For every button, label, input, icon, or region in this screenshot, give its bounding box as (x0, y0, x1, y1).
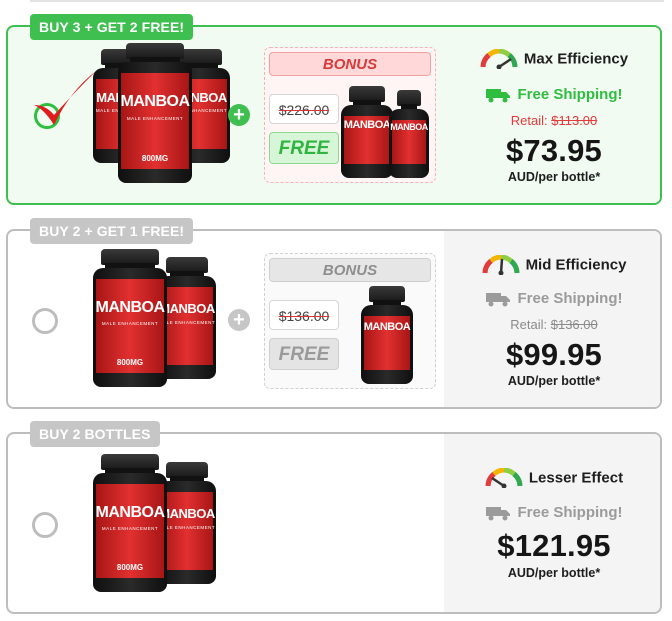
product-bottle: MANBOA MALE ENHANCEMENT 800MG (93, 454, 167, 592)
shipping-row: Free Shipping! (448, 504, 660, 521)
per-bottle-label: AUD/per bottle* (507, 566, 601, 580)
shipping-text: Free Shipping! (517, 86, 623, 103)
offer-buy3-get2[interactable]: BUY 3 + GET 2 FREE! MANBOAMALE ENHANCEME… (6, 14, 662, 205)
bonus-box: BONUS $136.00 FREE MANBOA (264, 253, 436, 389)
bonus-free-label: FREE (269, 132, 339, 164)
offer-radio[interactable] (32, 512, 58, 538)
offer-buy2[interactable]: BUY 2 BOTTLES MANBOA MALE ENHANCEMENT MAN… (6, 421, 662, 614)
shipping-row: Free Shipping! (448, 290, 660, 307)
shipping-text: Free Shipping! (517, 290, 623, 307)
efficiency-title: Max Efficiency (523, 50, 629, 68)
retail-row: Retail: $136.00 (510, 317, 598, 332)
efficiency-row: Max Efficiency (448, 48, 660, 70)
offer-radio[interactable] (32, 308, 58, 334)
efficiency-row: Mid Efficiency (448, 254, 660, 276)
offer-buy2-get1[interactable]: BUY 2 + GET 1 FREE! MANBOA MALE ENHANCEME… (6, 218, 662, 409)
retail-price: $113.00 (551, 113, 598, 128)
bonus-bottle: MANBOA (361, 286, 413, 384)
per-bottle-label: AUD/per bottle* (507, 170, 601, 184)
truck-icon (485, 89, 510, 103)
efficiency-title: Lesser Effect (528, 469, 624, 487)
check-mark-icon (34, 71, 96, 125)
product-bottle: MANBOA MALE ENHANCEMENT 800MG (93, 249, 167, 387)
retail-row: Retail: $113.00 (510, 113, 598, 128)
bonus-old-price: $226.00 (269, 94, 339, 124)
bonus-box: BONUS $226.00 FREE MANBOA MANBOA (264, 47, 436, 183)
gauge-icon (482, 254, 520, 276)
bonus-free-label: FREE (269, 338, 339, 370)
bonus-label: BONUS (269, 52, 431, 76)
shipping-row: Free Shipping! (448, 86, 660, 103)
plus-icon: + (228, 104, 250, 126)
offer-price: $99.95 (505, 337, 603, 372)
product-bottle: MANBOA MALE ENHANCEMENT 800MG (118, 43, 192, 183)
bonus-label: BONUS (269, 258, 431, 282)
offer-badge: BUY 2 + GET 1 FREE! (30, 218, 194, 244)
plus-icon: + (228, 309, 250, 331)
efficiency-row: Lesser Effect (448, 467, 660, 489)
top-divider (30, 0, 664, 2)
offer-price: $73.95 (505, 133, 603, 168)
offer-price: $121.95 (497, 528, 611, 563)
truck-icon (485, 293, 510, 307)
offer-badge: BUY 2 BOTTLES (30, 421, 160, 447)
efficiency-title: Mid Efficiency (525, 256, 627, 274)
offer-price-panel (444, 434, 660, 612)
retail-price: $136.00 (550, 317, 598, 332)
shipping-text: Free Shipping! (517, 504, 623, 521)
bonus-old-price: $136.00 (269, 300, 339, 330)
truck-icon (485, 507, 510, 521)
bonus-bottle: MANBOA (389, 90, 429, 178)
gauge-icon (485, 467, 523, 489)
bonus-bottle: MANBOA (341, 86, 393, 178)
offer-badge: BUY 3 + GET 2 FREE! (30, 14, 194, 40)
gauge-icon (480, 48, 518, 70)
per-bottle-label: AUD/per bottle* (507, 374, 601, 388)
